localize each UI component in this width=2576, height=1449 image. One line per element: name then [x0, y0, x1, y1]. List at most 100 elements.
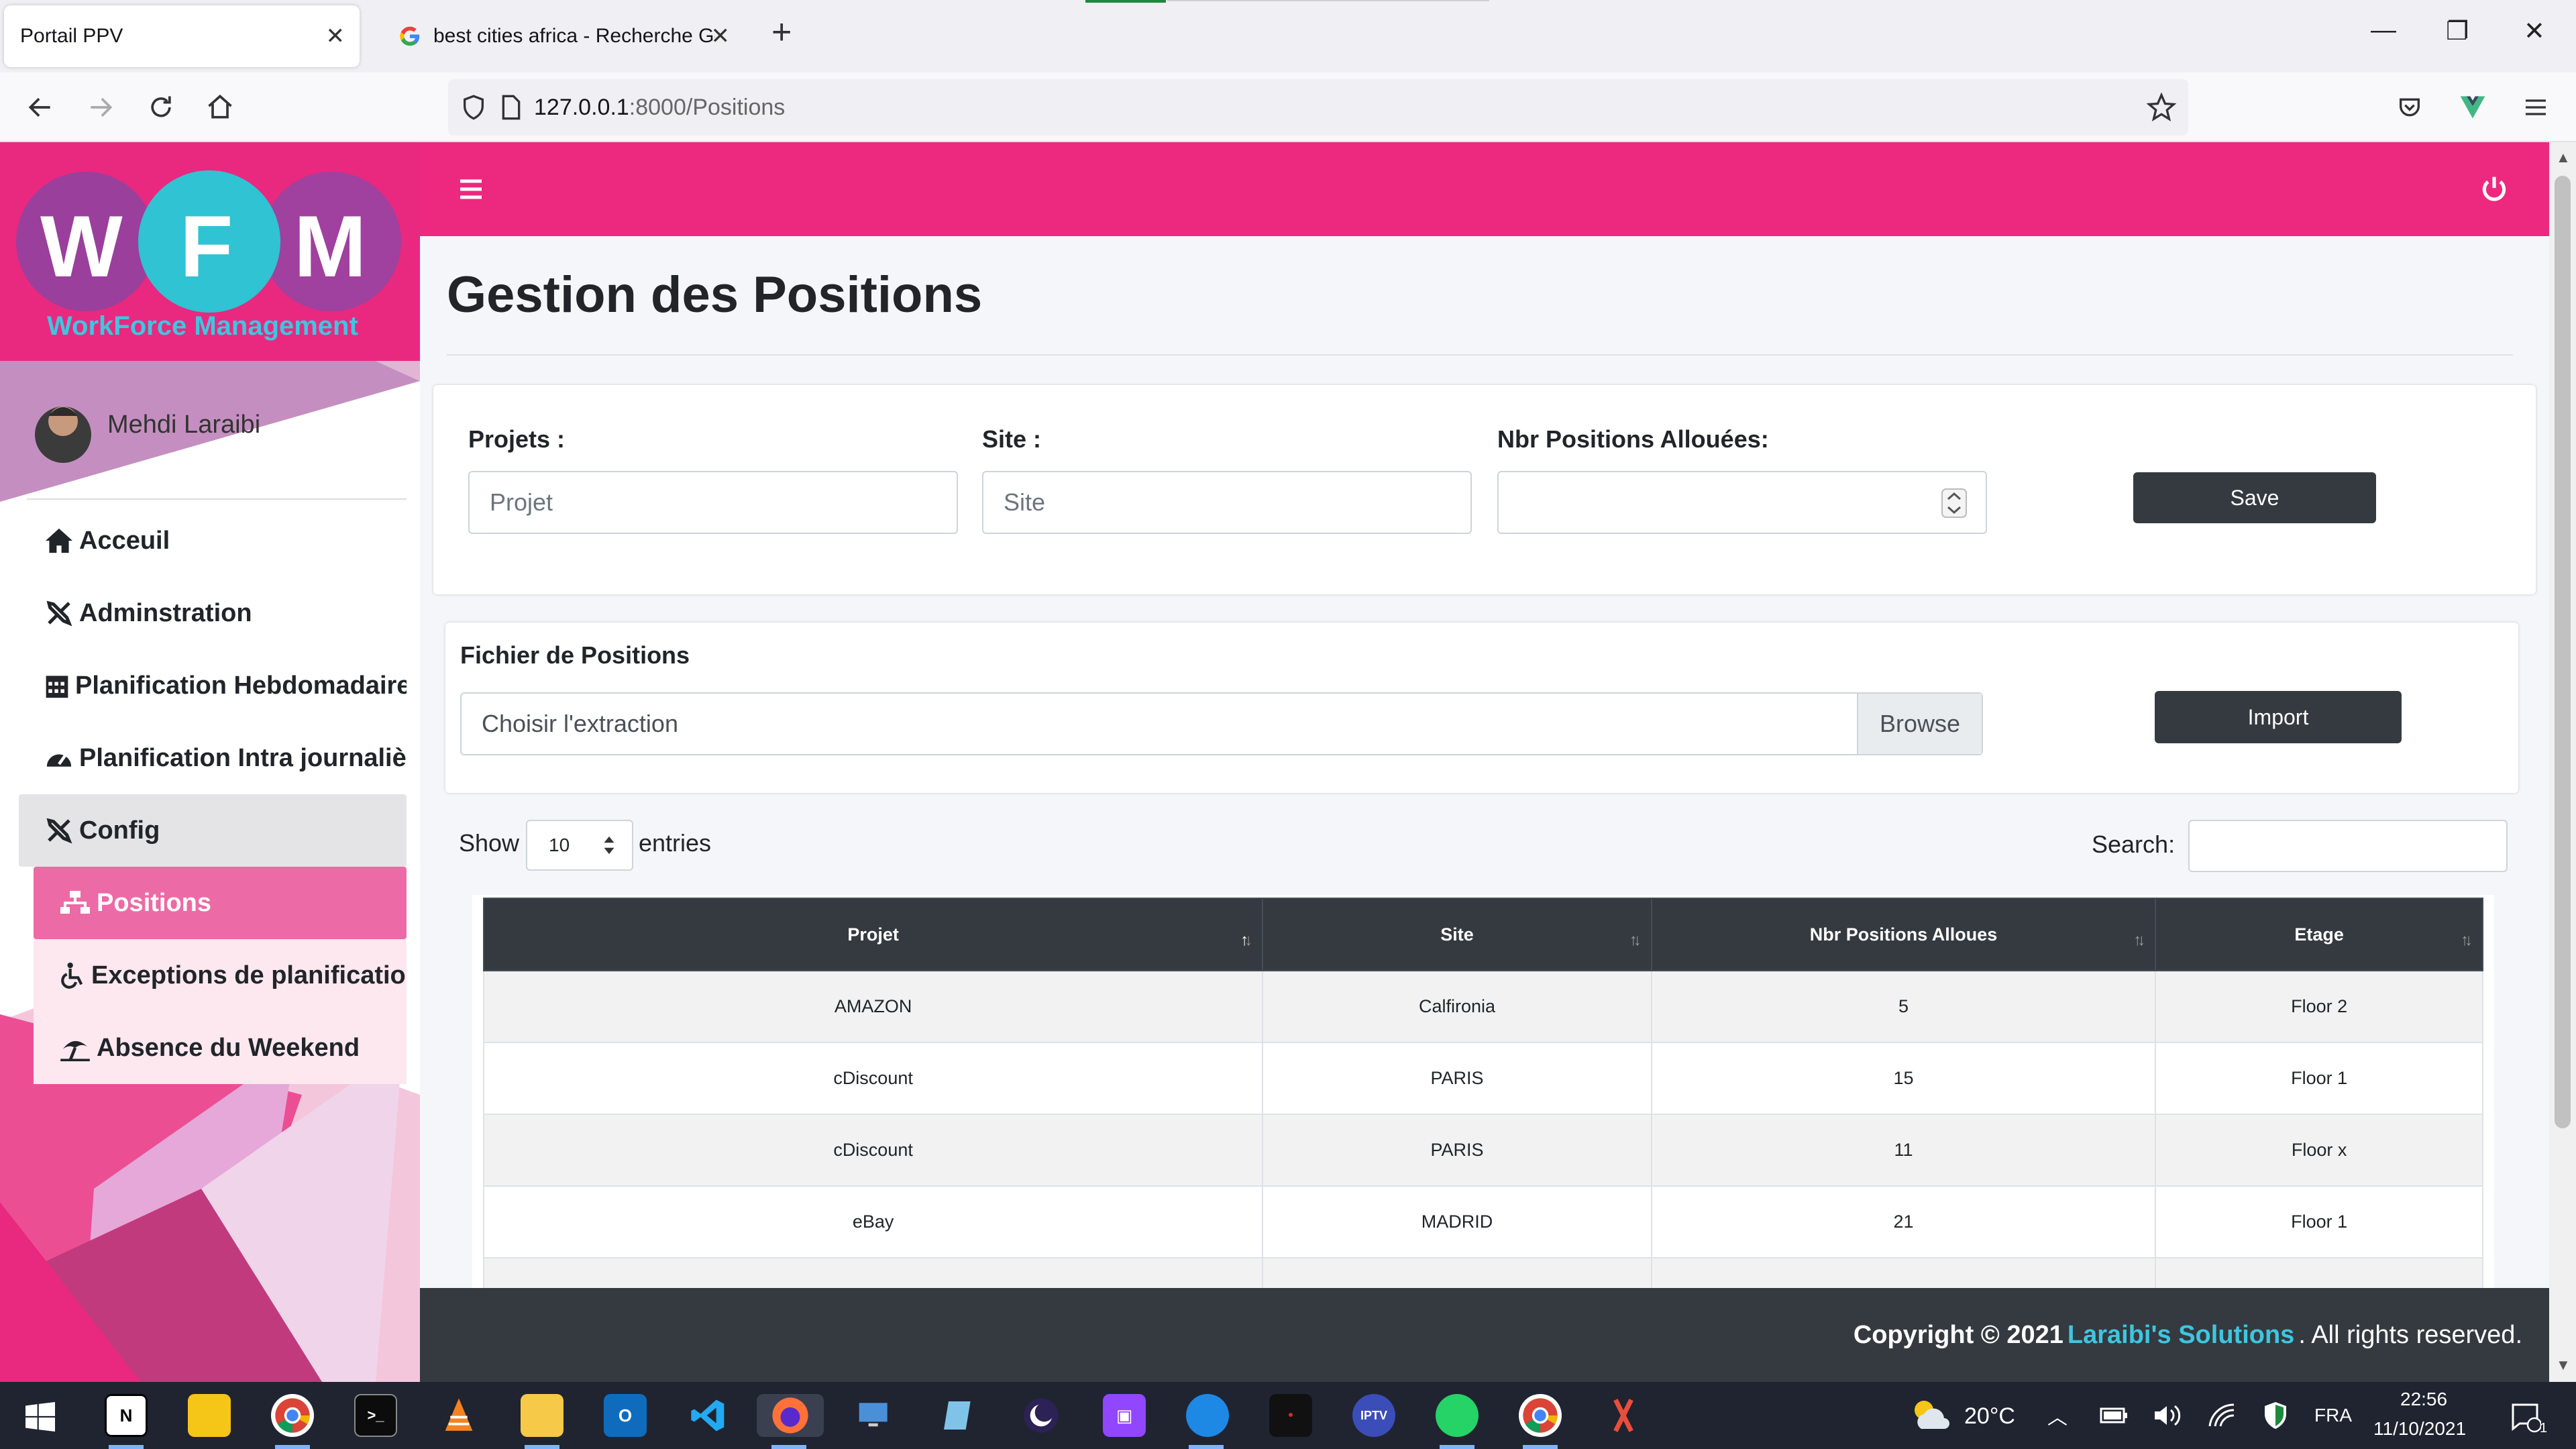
outlook-icon[interactable]: O [604, 1394, 647, 1437]
paint-icon[interactable] [1186, 1394, 1229, 1437]
tab-google-search[interactable]: best cities africa - Recherche Go ✕ [382, 5, 745, 67]
url-text[interactable]: 127.0.0.1:8000/Positions [534, 95, 785, 121]
close-tab-icon[interactable]: ✕ [326, 23, 345, 50]
sidebar-item-positions[interactable]: Positions [34, 867, 407, 939]
sidebar-item-planification-intra[interactable]: Planification Intra journalière [19, 722, 407, 794]
restore-icon[interactable]: ❐ [2446, 16, 2469, 46]
tools-icon [46, 600, 72, 627]
save-button[interactable]: Save [2133, 472, 2376, 523]
hamburger-menu-icon[interactable] [458, 176, 484, 203]
minimize-icon[interactable]: — [2371, 16, 2396, 45]
config-submenu: Positions Exceptions de planification Ab… [19, 867, 407, 1084]
column-header-nbr-positions[interactable]: Nbr Positions Alloues ↑↓ [1650, 898, 2157, 971]
menu-icon[interactable] [2514, 86, 2557, 129]
url-bar[interactable]: 127.0.0.1:8000/Positions [448, 79, 2188, 136]
back-icon[interactable] [19, 86, 62, 129]
remote-desktop-icon[interactable] [853, 1394, 896, 1437]
eclipse-icon[interactable] [1020, 1394, 1063, 1437]
power-off-icon[interactable] [2479, 174, 2509, 204]
firefox-icon[interactable] [757, 1394, 824, 1437]
projet-input[interactable]: Projet [468, 471, 958, 534]
app-dot-icon[interactable]: • [1269, 1394, 1312, 1437]
brand-logo-area[interactable]: W F M WorkForce Management [0, 142, 420, 361]
nbr-positions-label: Nbr Positions Allouées: [1497, 425, 1769, 453]
windows-start-icon[interactable] [25, 1402, 55, 1432]
chrome-profile-icon[interactable] [1519, 1394, 1562, 1437]
sidebar-item-acceuil[interactable]: Acceuil [19, 504, 407, 577]
column-header-site[interactable]: Site ↑↓ [1262, 898, 1652, 971]
weather-cloud-icon[interactable] [1911, 1397, 1951, 1434]
table-row[interactable]: AMAZON Calfironia 5 Floor 2 [482, 970, 2483, 1043]
new-tab-icon[interactable]: + [771, 15, 792, 50]
volume-icon[interactable] [2152, 1402, 2182, 1429]
close-tab-icon[interactable]: ✕ [711, 23, 731, 50]
table-row[interactable] [482, 1257, 2483, 1288]
whatsapp-icon[interactable] [1436, 1394, 1479, 1437]
vue-devtools-icon[interactable] [2451, 86, 2494, 129]
running-indicator [1440, 1445, 1474, 1449]
reload-icon[interactable] [140, 86, 182, 129]
notifications-icon[interactable] [2509, 1401, 2541, 1433]
page-title: Gestion des Positions [447, 266, 983, 323]
sort-icon: ↑↓ [2461, 931, 2473, 949]
app-icon[interactable] [936, 1394, 979, 1437]
site-input[interactable]: Site [982, 471, 1472, 534]
chrome-icon[interactable] [271, 1394, 314, 1437]
table-row[interactable]: cDiscount PARIS 11 Floor x [482, 1114, 2483, 1187]
sidebar-item-config[interactable]: Config [19, 794, 407, 867]
iptv-icon[interactable]: IPTV [1352, 1394, 1395, 1437]
snipping-tool-icon[interactable] [1602, 1394, 1645, 1437]
vlc-icon[interactable] [437, 1394, 480, 1437]
scroll-up-icon[interactable]: ▲ [2556, 149, 2571, 166]
sidebar-item-absence-weekend[interactable]: Absence du Weekend [34, 1012, 407, 1084]
column-header-projet[interactable]: Projet ↑↓ [482, 898, 1264, 971]
vscode-icon[interactable] [687, 1394, 730, 1437]
sidebar-item-planification-hebdomadaire[interactable]: Planification Hebdomadaire [19, 649, 407, 722]
search-input[interactable] [2188, 820, 2508, 872]
bookmark-star-icon[interactable] [2147, 93, 2176, 122]
table-row[interactable]: eBay MADRID 21 Floor 1 [482, 1185, 2483, 1258]
close-window-icon[interactable]: ✕ [2524, 16, 2545, 46]
cell-projet: AMAZON [482, 970, 1264, 1043]
language-indicator[interactable]: FRA [2314, 1405, 2352, 1426]
clock-time[interactable]: 22:56 [2400, 1389, 2447, 1410]
scroll-thumb[interactable] [2555, 176, 2571, 1128]
security-shield-icon[interactable] [2262, 1401, 2289, 1430]
import-button[interactable]: Import [2155, 691, 2402, 743]
number-spinner-icon[interactable] [1941, 488, 1967, 518]
browse-button[interactable]: Browse [1857, 694, 1982, 754]
notion-icon[interactable]: N [105, 1394, 148, 1437]
sidebar-item-adminstration[interactable]: Adminstration [19, 577, 407, 649]
file-explorer-icon[interactable] [521, 1394, 564, 1437]
file-input[interactable]: Choisir l'extraction Browse [460, 692, 1983, 755]
entries-select[interactable]: 10 [526, 820, 633, 871]
user-panel[interactable]: Mehdi Laraibi [0, 361, 420, 502]
scroll-down-icon[interactable]: ▼ [2556, 1356, 2571, 1374]
weather-temperature[interactable]: 20°C [1964, 1403, 2015, 1430]
terminal-icon[interactable]: >_ [354, 1394, 397, 1437]
page-icon [502, 95, 521, 120]
shield-icon[interactable] [460, 94, 487, 121]
column-header-etage[interactable]: Etage ↑↓ [2155, 898, 2483, 971]
sticky-notes-icon[interactable] [188, 1394, 231, 1437]
company-link[interactable]: Laraibi's Solutions [2068, 1321, 2294, 1350]
battery-icon[interactable] [2100, 1405, 2128, 1426]
tab-portail-ppv[interactable]: Portail PPV ✕ [4, 5, 360, 67]
sidebar-item-exceptions[interactable]: Exceptions de planification [34, 939, 407, 1012]
pocket-icon[interactable] [2388, 86, 2431, 129]
page-scrollbar[interactable]: ▲ ▼ [2549, 142, 2576, 1382]
select-arrows-icon [604, 836, 614, 855]
tray-expand-icon[interactable]: ︿ [2047, 1401, 2068, 1430]
wifi-icon[interactable] [2207, 1402, 2237, 1429]
home-icon[interactable] [199, 86, 241, 129]
forward-icon[interactable] [79, 86, 122, 129]
clock-date[interactable]: 11/10/2021 [2373, 1418, 2466, 1440]
beach-umbrella-icon [60, 1040, 90, 1061]
cell-nbr: 11 [1650, 1114, 2157, 1187]
twitch-icon[interactable]: ▣ [1103, 1394, 1146, 1437]
sidebar-menu: Acceuil Adminstration Planification Hebd… [19, 504, 407, 1084]
nbr-positions-input[interactable] [1497, 471, 1987, 534]
cell-site: PARIS [1262, 1042, 1652, 1115]
projets-label: Projets : [468, 425, 566, 453]
table-row[interactable]: cDiscount PARIS 15 Floor 1 [482, 1042, 2483, 1115]
